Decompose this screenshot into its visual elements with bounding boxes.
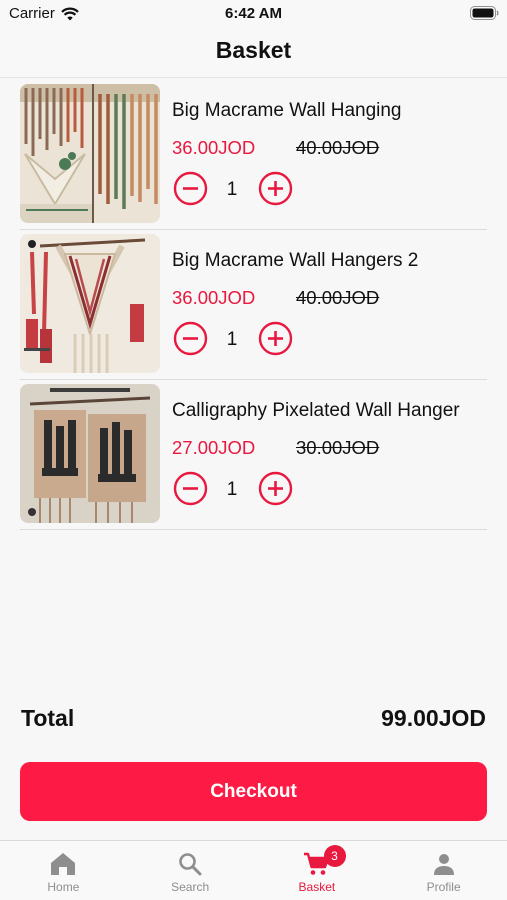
plus-circle-icon[interactable] bbox=[258, 471, 293, 506]
home-icon bbox=[51, 853, 76, 875]
plus-circle-icon[interactable] bbox=[258, 321, 293, 356]
cart-count-badge: 3 bbox=[323, 845, 346, 867]
minus-circle-icon[interactable] bbox=[173, 471, 208, 506]
product-old-price: 30.00JOD bbox=[296, 437, 380, 458]
tab-home[interactable]: Home bbox=[0, 841, 127, 900]
tab-bar: Home Search 3 Basket Profile bbox=[0, 840, 507, 900]
product-old-price: 40.00JOD bbox=[296, 287, 380, 308]
basket-item: Big Macrame Wall Hangers 2 36.00JOD 40.0… bbox=[20, 230, 487, 380]
basket-list: Big Macrame Wall Hanging 36.00JOD 40.00J… bbox=[20, 80, 487, 530]
product-price: 27.00JOD bbox=[172, 437, 256, 458]
tab-label: Search bbox=[171, 880, 210, 894]
search-icon bbox=[179, 853, 202, 876]
product-thumbnail[interactable] bbox=[20, 384, 160, 523]
battery-icon bbox=[470, 6, 499, 20]
tab-label: Profile bbox=[426, 880, 461, 894]
basket-item: Big Macrame Wall Hanging 36.00JOD 40.00J… bbox=[20, 80, 487, 230]
product-thumbnail[interactable] bbox=[20, 84, 160, 223]
quantity-value: 1 bbox=[226, 179, 238, 200]
total-value: 99.00JOD bbox=[381, 705, 486, 731]
quantity-value: 1 bbox=[226, 329, 238, 350]
tab-profile[interactable]: Profile bbox=[380, 841, 507, 900]
quantity-value: 1 bbox=[226, 479, 238, 500]
page-title: Basket bbox=[215, 37, 292, 63]
minus-circle-icon[interactable] bbox=[173, 171, 208, 206]
status-bar: Carrier 6:42 AM bbox=[0, 0, 507, 30]
product-old-price: 40.00JOD bbox=[296, 137, 380, 158]
clock: 6:42 AM bbox=[225, 5, 282, 22]
plus-circle-icon[interactable] bbox=[258, 171, 293, 206]
product-name[interactable]: Calligraphy Pixelated Wall Hanger bbox=[172, 400, 460, 422]
basket-screen: Carrier 6:42 AM Basket Big Macrame Wall … bbox=[0, 0, 507, 900]
tab-basket[interactable]: 3 Basket bbox=[254, 841, 381, 900]
total-label: Total bbox=[21, 705, 75, 731]
product-thumbnail[interactable] bbox=[20, 234, 160, 373]
product-price: 36.00JOD bbox=[172, 287, 256, 308]
product-name[interactable]: Big Macrame Wall Hangers 2 bbox=[172, 250, 418, 272]
product-name[interactable]: Big Macrame Wall Hanging bbox=[172, 100, 402, 122]
tab-label: Basket bbox=[298, 880, 336, 894]
tab-label: Home bbox=[47, 880, 80, 894]
checkout-button[interactable]: Checkout bbox=[20, 762, 487, 821]
nav-header: Basket bbox=[0, 30, 507, 78]
profile-icon bbox=[433, 854, 454, 875]
minus-circle-icon[interactable] bbox=[173, 321, 208, 356]
tab-search[interactable]: Search bbox=[127, 841, 254, 900]
product-price: 36.00JOD bbox=[172, 137, 256, 158]
basket-item: Calligraphy Pixelated Wall Hanger 27.00J… bbox=[20, 380, 487, 530]
